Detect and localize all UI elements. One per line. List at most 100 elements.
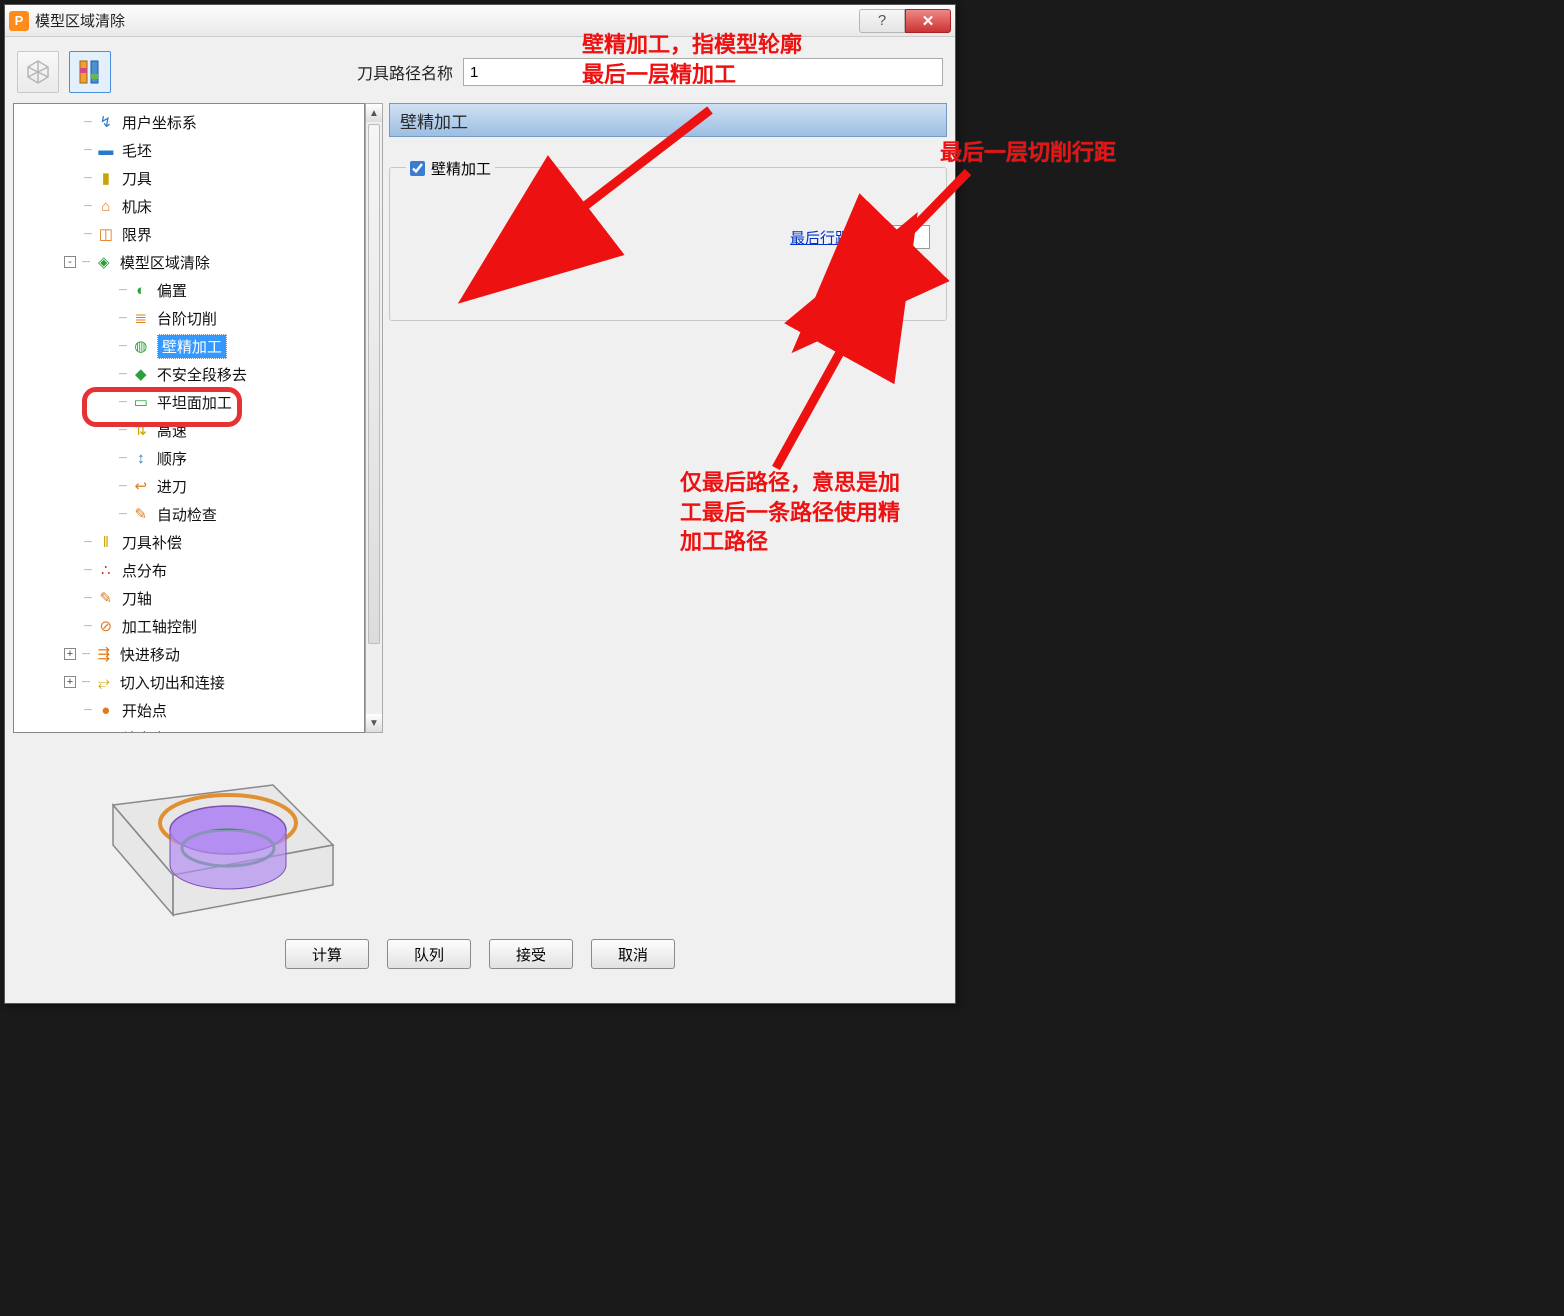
tree-item-label: 平坦面加工 (157, 392, 232, 413)
step-icon: ≣ (131, 309, 151, 327)
section-body: 壁精加工 最后行距 仅最后路径 (389, 167, 947, 321)
tree-item[interactable]: ┈●开始点 (14, 696, 364, 724)
tree-item[interactable]: -┈◈模型区域清除 (14, 248, 364, 276)
hsm-icon: ⇅ (131, 421, 151, 439)
tree-item-label: 点分布 (122, 560, 167, 581)
model-icon: ◈ (94, 253, 114, 271)
help-button[interactable]: ? (859, 9, 905, 33)
unsafe-icon: ◆ (131, 365, 151, 383)
tree-item[interactable]: ┈≣台阶切削 (14, 304, 364, 332)
tree-item[interactable]: +┈⥂切入切出和连接 (14, 668, 364, 696)
dialog: P 模型区域清除 ? ✕ 刀具路径名称 ┈↯用户坐标系┈▬毛坯┈▮刀具┈⌂机床┈… (4, 4, 956, 1004)
tree-item-label: 加工轴控制 (122, 616, 197, 637)
expand-icon[interactable]: + (64, 648, 76, 660)
queue-button[interactable]: 队列 (387, 939, 471, 969)
tree-item-label: 机床 (122, 196, 152, 217)
boundary-icon: ◫ (96, 225, 116, 243)
tree-item[interactable]: ┈↯用户坐标系 (14, 108, 364, 136)
tree-item[interactable]: ┈∴点分布 (14, 556, 364, 584)
start-icon: ● (96, 701, 116, 719)
ctrl-icon: ⊘ (96, 617, 116, 635)
tree-item[interactable]: ┈◫限界 (14, 220, 364, 248)
toolbar-icon-2[interactable] (69, 51, 111, 93)
tree-item-label: 模型区域清除 (120, 252, 210, 273)
scroll-up-icon[interactable]: ▲ (366, 104, 382, 122)
tree-item-label: 偏置 (157, 280, 187, 301)
tree-item[interactable]: ┈↕顺序 (14, 444, 364, 472)
tree-item-label: 快进移动 (120, 644, 180, 665)
only-last-label: 仅最后路径 (829, 265, 904, 286)
wall-finishing-checkbox[interactable] (410, 161, 425, 176)
tree-item-label: 限界 (122, 224, 152, 245)
dialog-title: 模型区域清除 (35, 10, 859, 31)
tree-item[interactable]: ┈●结束点 (14, 724, 364, 733)
model-preview (73, 745, 353, 925)
ucs-icon: ↯ (96, 113, 116, 131)
comp-icon: ‖ (96, 533, 116, 551)
accept-button[interactable]: 接受 (489, 939, 573, 969)
lead-icon: ↩ (131, 477, 151, 495)
block-icon: ▬ (96, 141, 116, 159)
scroll-down-icon[interactable]: ▼ (366, 714, 382, 732)
cancel-button[interactable]: 取消 (591, 939, 675, 969)
tree-item[interactable]: ┈◆不安全段移去 (14, 360, 364, 388)
tree-item[interactable]: ┈◐偏置 (14, 276, 364, 304)
tree-item-label: 用户坐标系 (122, 112, 197, 133)
tree-item-label: 刀具 (122, 168, 152, 189)
tree-item[interactable]: ┈‖刀具补偿 (14, 528, 364, 556)
tree-item-label: 毛坯 (122, 140, 152, 161)
app-icon: P (9, 11, 29, 31)
wall-icon: ◍ (131, 337, 151, 355)
pathname-input[interactable] (463, 58, 943, 86)
tool-icon: ▮ (96, 169, 116, 187)
tree-item[interactable]: ┈✎刀轴 (14, 584, 364, 612)
machine-icon: ⌂ (96, 197, 116, 215)
calc-button[interactable]: 计算 (285, 939, 369, 969)
tree-item-label: 自动检查 (157, 504, 217, 525)
tree-item-label: 壁精加工 (157, 334, 227, 359)
tree-item[interactable]: ┈⌂机床 (14, 192, 364, 220)
dist-icon: ∴ (96, 561, 116, 579)
section-header: 壁精加工 (389, 103, 947, 137)
link-icon: ⥂ (94, 673, 114, 691)
tree-item-label: 开始点 (122, 700, 167, 721)
expand-icon[interactable]: + (64, 676, 76, 688)
wall-finishing-label: 壁精加工 (431, 158, 491, 179)
close-button[interactable]: ✕ (905, 9, 951, 33)
end-icon: ● (96, 729, 116, 733)
scroll-thumb[interactable] (368, 124, 380, 644)
offset-icon: ◐ (131, 281, 151, 299)
tree-item[interactable]: ┈▬毛坯 (14, 136, 364, 164)
annotation-2: 最后一层切削行距 (940, 138, 1170, 168)
tree-item-label: 顺序 (157, 448, 187, 469)
axis-icon: ✎ (96, 589, 116, 607)
tree-item[interactable]: ┈↩进刀 (14, 472, 364, 500)
tree-item-label: 刀具补偿 (122, 532, 182, 553)
tree-item-label: 高速 (157, 420, 187, 441)
tree-item-label: 切入切出和连接 (120, 672, 225, 693)
rapid-icon: ⇶ (94, 645, 114, 663)
last-distance-input[interactable] (858, 225, 930, 249)
pathname-label: 刀具路径名称 (357, 60, 453, 84)
tree-item-label: 结束点 (122, 728, 167, 734)
titlebar: P 模型区域清除 ? ✕ (5, 5, 955, 37)
tree-item[interactable]: ┈▮刀具 (14, 164, 364, 192)
tree-item-label: 不安全段移去 (157, 364, 247, 385)
tree-item[interactable]: ┈⊘加工轴控制 (14, 612, 364, 640)
flat-icon: ▭ (131, 393, 151, 411)
auto-icon: ✎ (131, 505, 151, 523)
only-last-checkbox[interactable] (914, 268, 930, 284)
last-distance-label[interactable]: 最后行距 (790, 227, 850, 248)
tree-item[interactable]: ┈✎自动检查 (14, 500, 364, 528)
tree-item-label: 进刀 (157, 476, 187, 497)
tree-view[interactable]: ┈↯用户坐标系┈▬毛坯┈▮刀具┈⌂机床┈◫限界-┈◈模型区域清除┈◐偏置┈≣台阶… (13, 103, 365, 733)
expand-icon[interactable]: - (64, 256, 76, 268)
tree-scrollbar[interactable]: ▲ ▼ (365, 103, 383, 733)
tree-item[interactable]: ┈◍壁精加工 (14, 332, 364, 360)
order-icon: ↕ (131, 449, 151, 467)
tree-item[interactable]: ┈⇅高速 (14, 416, 364, 444)
toolbar-icon-1[interactable] (17, 51, 59, 93)
tree-item[interactable]: ┈▭平坦面加工 (14, 388, 364, 416)
tree-item[interactable]: +┈⇶快进移动 (14, 640, 364, 668)
tree-item-label: 台阶切削 (157, 308, 217, 329)
